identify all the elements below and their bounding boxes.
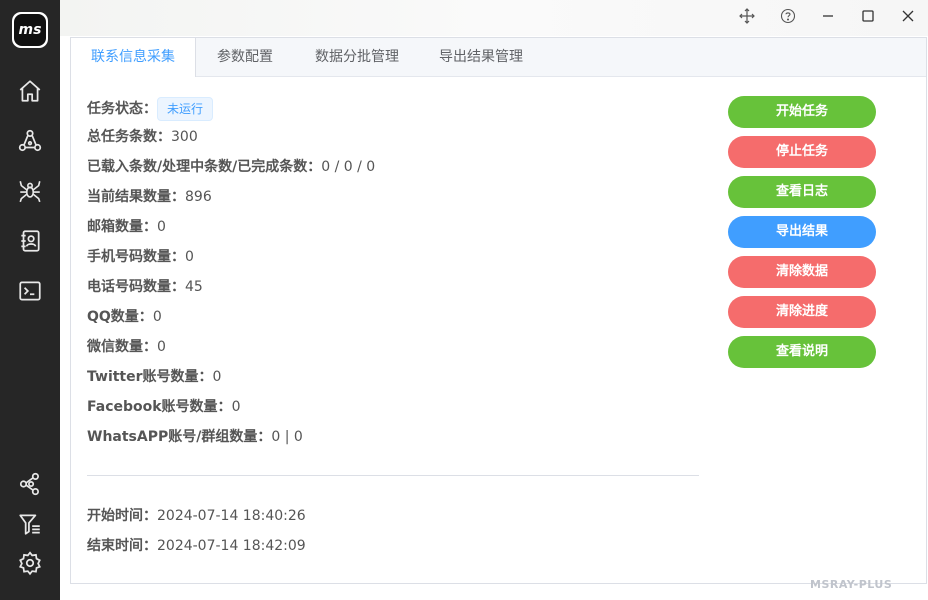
- tab-batch-management[interactable]: 数据分批管理: [295, 38, 419, 76]
- clear-progress-button[interactable]: 清除进度: [728, 296, 876, 328]
- stop-task-button[interactable]: 停止任务: [728, 136, 876, 168]
- filter-icon[interactable]: [16, 510, 44, 538]
- tab-contact-collection[interactable]: 联系信息采集: [71, 38, 196, 77]
- info-value: 0: [231, 399, 241, 415]
- view-log-button[interactable]: 查看日志: [728, 176, 876, 208]
- info-label: 已载入条数/处理中条数/已完成条数：: [87, 159, 322, 175]
- contacts-icon[interactable]: [16, 227, 44, 255]
- start-time-row: 开始时间：2024-07-14 18:40:26: [87, 506, 306, 526]
- end-time-value: 2024-07-14 18:42:09: [157, 538, 306, 554]
- info-value: 0: [185, 249, 194, 265]
- sidebar: ms: [0, 0, 60, 600]
- home-icon[interactable]: [16, 77, 44, 105]
- tab-export-management[interactable]: 导出结果管理: [419, 38, 543, 76]
- info-value: 45: [185, 279, 203, 295]
- info-value: 300: [171, 129, 198, 145]
- info-label: 电话号码数量：: [87, 279, 185, 295]
- settings-icon[interactable]: [16, 549, 44, 577]
- info-value: 0 / 0 / 0: [321, 159, 376, 175]
- end-time-row: 结束时间：2024-07-14 18:42:09: [87, 536, 306, 556]
- title-bar: [60, 0, 928, 36]
- info-label: Facebook账号数量：: [87, 399, 232, 415]
- tab-bar: 联系信息采集 参数配置 数据分批管理 导出结果管理: [71, 38, 926, 77]
- info-label: 当前结果数量：: [87, 189, 185, 205]
- minimize-icon[interactable]: [816, 4, 840, 28]
- app-logo-text: ms: [14, 14, 46, 46]
- info-label: 微信数量：: [87, 339, 157, 355]
- export-results-button[interactable]: 导出结果: [728, 216, 876, 248]
- share-icon[interactable]: [16, 470, 44, 498]
- close-icon[interactable]: [896, 4, 920, 28]
- info-row-facebook: Facebook账号数量：0: [87, 397, 240, 417]
- start-task-button[interactable]: 开始任务: [728, 96, 876, 128]
- info-label: 手机号码数量：: [87, 249, 185, 265]
- info-label: Twitter账号数量：: [87, 369, 213, 385]
- info-row-total: 总任务条数：300: [87, 127, 198, 147]
- info-row-email: 邮箱数量：0: [87, 217, 166, 237]
- info-value: 0: [157, 219, 166, 235]
- info-value: 0: [157, 339, 166, 355]
- app-watermark: MSRAY-PLUS: [810, 578, 893, 591]
- app-logo: ms: [12, 12, 48, 48]
- info-label: 总任务条数：: [87, 129, 171, 145]
- help-icon[interactable]: [776, 4, 800, 28]
- network-icon[interactable]: [16, 127, 44, 155]
- start-time-value: 2024-07-14 18:40:26: [157, 508, 306, 524]
- info-label: 邮箱数量：: [87, 219, 157, 235]
- info-label: QQ数量：: [87, 309, 153, 325]
- info-label: WhatsAPP账号/群组数量：: [87, 429, 272, 445]
- info-value: 0: [152, 309, 162, 325]
- main-panel: 联系信息采集 参数配置 数据分批管理 导出结果管理 任务状态： 未运行 总任务条数…: [70, 37, 927, 584]
- terminal-icon[interactable]: [16, 277, 44, 305]
- maximize-icon[interactable]: [856, 4, 880, 28]
- info-row-twitter: Twitter账号数量：0: [87, 367, 221, 387]
- info-row-wechat: 微信数量：0: [87, 337, 166, 357]
- task-status-label: 任务状态：: [87, 101, 157, 117]
- start-time-label: 开始时间：: [87, 508, 157, 524]
- spider-icon[interactable]: [16, 177, 44, 205]
- info-row-progress: 已载入条数/处理中条数/已完成条数：0 / 0 / 0: [87, 157, 375, 177]
- view-instructions-button[interactable]: 查看说明: [728, 336, 876, 368]
- info-row-qq: QQ数量：0: [87, 307, 162, 327]
- divider: [87, 475, 699, 476]
- clear-data-button[interactable]: 清除数据: [728, 256, 876, 288]
- info-row-results: 当前结果数量：896: [87, 187, 212, 207]
- info-value: 896: [185, 189, 212, 205]
- info-value: 0 | 0: [271, 429, 303, 445]
- info-row-phone: 电话号码数量：45: [87, 277, 203, 297]
- status-badge: 未运行: [157, 97, 214, 121]
- info-row-mobile: 手机号码数量：0: [87, 247, 194, 267]
- end-time-label: 结束时间：: [87, 538, 157, 554]
- move-icon[interactable]: [735, 4, 759, 28]
- info-value: 0: [212, 369, 222, 385]
- task-status-row: 任务状态： 未运行: [87, 97, 214, 121]
- info-row-whatsapp: WhatsAPP账号/群组数量：0 | 0: [87, 427, 303, 447]
- tab-parameter-config[interactable]: 参数配置: [195, 38, 295, 76]
